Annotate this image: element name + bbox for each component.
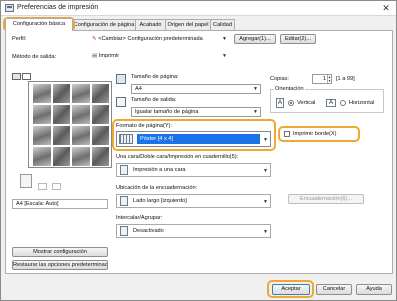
preview-settings-icon[interactable] [22, 73, 31, 80]
poster-preview [28, 81, 112, 168]
preview-layout-icon[interactable] [12, 73, 21, 80]
add-profile-button[interactable]: Agregar(1)... [234, 34, 276, 44]
close-icon[interactable]: ✕ [381, 3, 391, 13]
restore-defaults-button[interactable]: Restaurar las opciones predeterminadas [12, 260, 108, 270]
window-title: Preferencias de impresión [17, 4, 99, 11]
duplex-icon [38, 183, 47, 190]
chevron-down-icon: ▼ [263, 199, 268, 205]
chevron-down-icon: ▼ [263, 229, 268, 235]
single-sided-icon [120, 165, 128, 175]
staple-icon [52, 183, 61, 190]
binding-value: Lado largo [izquierdo] [133, 198, 187, 204]
preview-tiles [33, 84, 109, 166]
chevron-down-icon: ▼ [253, 109, 258, 115]
copies-label: Copias: [270, 76, 289, 82]
preview-caption: A4 [Escala: Auto] [12, 199, 108, 209]
copies-value: 1 [322, 76, 326, 82]
binding-select[interactable]: Lado largo [izquierdo] ▼ [116, 194, 271, 208]
chevron-down-icon: ▼ [222, 53, 227, 59]
collate-select[interactable]: Desactivado ▼ [116, 224, 271, 238]
output-method-select[interactable]: ▤ Imprimir ▼ [88, 51, 230, 62]
profile-select[interactable]: ✎ <Cambiar> Configuración predeterminada… [88, 34, 230, 44]
copies-input[interactable]: 1 ▲ ▼ [312, 74, 332, 84]
binding-button[interactable]: Encuadernación(6)... [288, 194, 364, 204]
chevron-down-icon: ▼ [222, 36, 227, 42]
printer-small-icon: ▤ [92, 53, 98, 59]
pencil-icon: ✎ [92, 36, 97, 42]
copies-spinner[interactable]: ▲ ▼ [327, 75, 331, 83]
copies-range: [1 a 99] [336, 76, 355, 82]
ok-highlight [267, 280, 314, 298]
vertical-orientation-icon: A [276, 98, 284, 108]
profile-value: <Cambiar> Configuración predeterminada [98, 36, 203, 42]
horizontal-label: Horizontal [349, 100, 375, 106]
collate-label: Intercalar/Agrupar: [116, 215, 163, 221]
orientation-label: Orientación [274, 86, 305, 92]
horizontal-orientation-icon: A [326, 99, 336, 107]
edit-profile-button[interactable]: Editar(2)... [280, 34, 316, 44]
output-method-label: Método de salida: [12, 54, 57, 60]
help-button[interactable]: Ayuda [356, 284, 392, 295]
horizontal-radio[interactable] [340, 100, 346, 106]
vertical-label: Vertical [297, 100, 316, 106]
tab-basic-settings[interactable]: Configuración básica [5, 18, 73, 31]
title-bar: Preferencias de impresión ✕ [1, 1, 396, 16]
output-size-icon [116, 97, 126, 107]
cancel-button[interactable]: Cancelar [316, 284, 352, 295]
duplex-label: Una cara/Doble cara/Impresión en cuadern… [116, 154, 239, 160]
output-method-value: Imprimir [98, 53, 120, 59]
profile-label: Perfil: [12, 36, 27, 42]
duplex-value: Impresión a una cara [133, 167, 186, 173]
paper-stack-icon [20, 174, 32, 188]
page-size-icon [116, 74, 126, 84]
page-layout-highlight [112, 119, 276, 151]
page-size-select[interactable]: A4 ▼ [131, 84, 261, 94]
chevron-down-icon: ▼ [263, 168, 268, 174]
print-border-highlight [278, 126, 360, 142]
page-size-label: Tamaño de página: [131, 74, 179, 80]
vertical-radio[interactable] [288, 100, 294, 106]
chevron-down-icon: ▼ [253, 86, 258, 92]
show-settings-button[interactable]: Mostrar configuración [12, 247, 108, 257]
settings-panel: Perfil: ✎ <Cambiar> Configuración predet… [5, 30, 393, 274]
collate-value: Desactivado [133, 228, 164, 234]
print-preferences-window: Preferencias de impresión ✕ Configuració… [0, 0, 397, 301]
long-edge-left-icon [120, 196, 128, 206]
binding-label: Ubicación de la encuadernación: [116, 185, 198, 191]
output-size-select[interactable]: Igualar tamaño de página ▼ [131, 107, 261, 117]
output-size-value: Igualar tamaño de página [135, 109, 199, 115]
duplex-select[interactable]: Impresión a una cara ▼ [116, 163, 271, 177]
collate-off-icon [120, 226, 128, 236]
printer-icon [5, 4, 14, 12]
output-size-label: Tamaño de salida: [131, 97, 177, 103]
page-size-value: A4 [135, 86, 142, 92]
